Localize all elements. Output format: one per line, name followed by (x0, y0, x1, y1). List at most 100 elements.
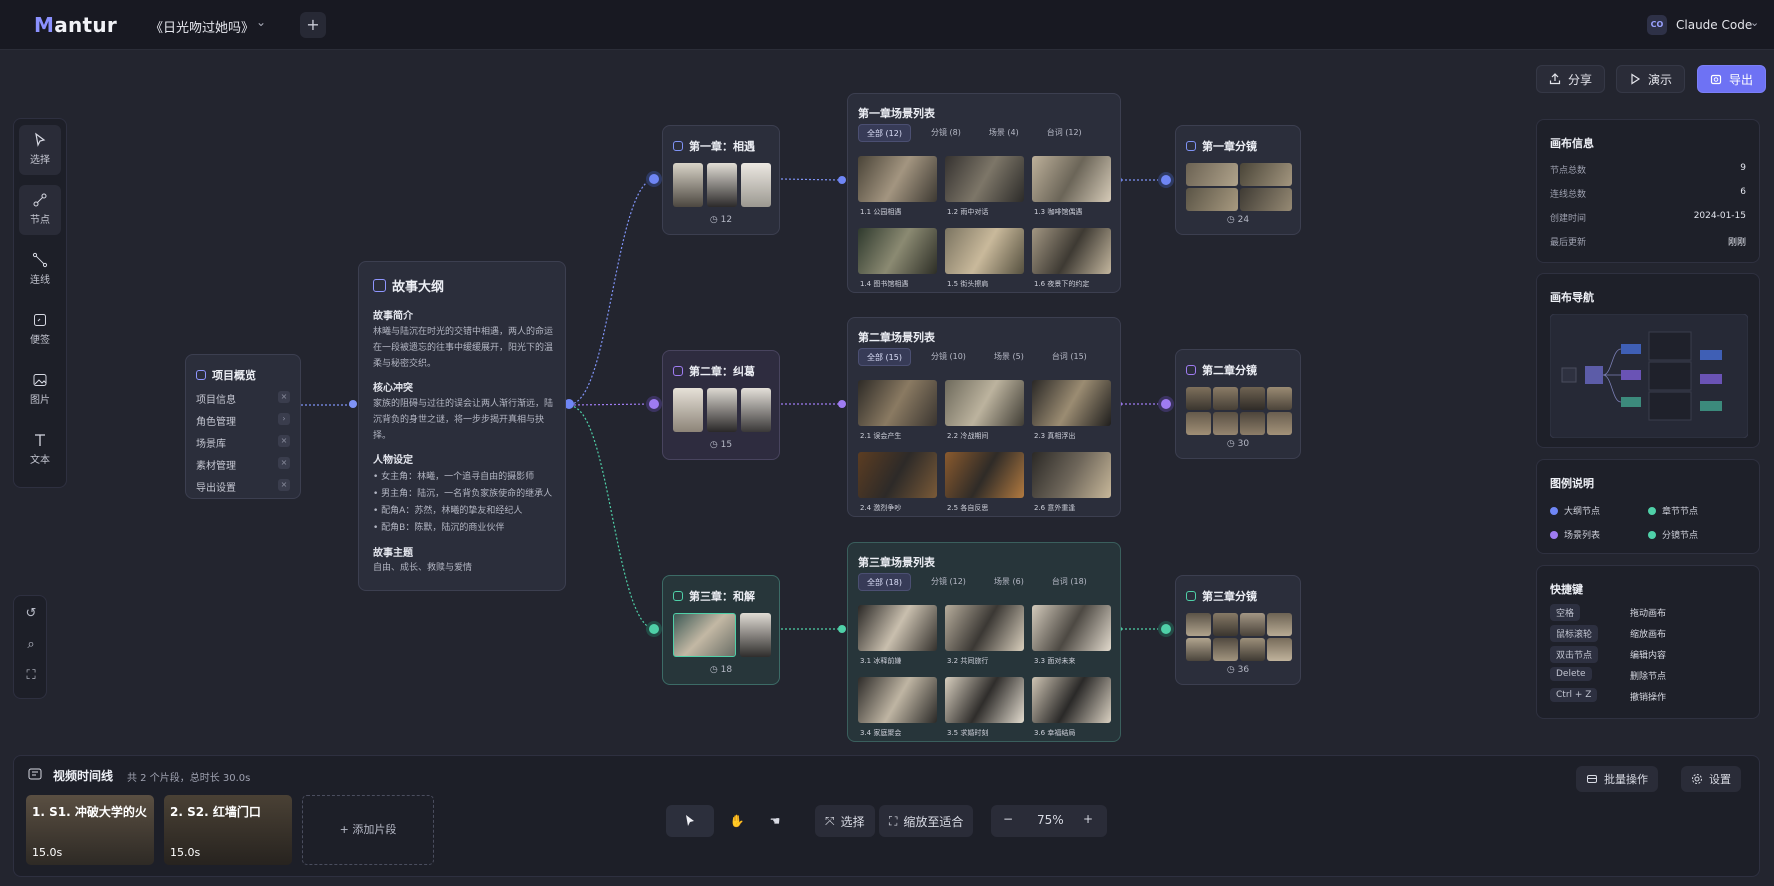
gear-icon (1692, 774, 1702, 784)
overview-item[interactable]: 角色管理 › (196, 413, 290, 429)
port-dot[interactable] (838, 400, 846, 408)
port-dot[interactable] (649, 174, 659, 184)
chapter-thumbnails (673, 388, 771, 432)
close-icon[interactable]: × (278, 479, 290, 491)
shot-thumbnail[interactable]: 1.3 咖啡馆偶遇 (1032, 156, 1111, 216)
tab-lines[interactable]: 台词 (12) (1039, 124, 1090, 142)
chapter-node[interactable]: 第二章：纠葛 ◷ 15 (662, 350, 780, 460)
shot-thumbnail[interactable]: 1.5 街头擦肩 (945, 228, 1024, 288)
fit-icon: ⛶ (889, 813, 898, 828)
overview-item[interactable]: 项目信息 × (196, 391, 290, 407)
settings-button[interactable]: 设置 (1681, 766, 1741, 792)
fit-to-screen-button[interactable]: ⛶ 缩放至适合 (879, 805, 974, 837)
chapter-node[interactable]: 第三章：和解 ◷ 18 (662, 575, 780, 685)
overview-item[interactable]: 导出设置 × (196, 479, 290, 495)
port-dot[interactable] (649, 399, 659, 409)
shot-thumbnail[interactable]: 2.3 真相浮出 (1032, 380, 1111, 440)
storyboard-node[interactable]: 第一章分镜 ◷ 24 (1175, 125, 1301, 235)
shot-thumbnail[interactable]: 2.2 冷战期间 (945, 380, 1024, 440)
port-dot[interactable] (838, 625, 846, 633)
shot-thumbnail[interactable]: 1.6 夜景下的约定 (1032, 228, 1111, 288)
shot-thumbnail[interactable]: 2.5 各自反思 (945, 452, 1024, 512)
batch-operation-button[interactable]: 批量操作 (1576, 766, 1658, 792)
character-thumbnail (740, 613, 771, 657)
tab-scenes[interactable]: 场景 (5) (986, 348, 1032, 366)
shot-thumbnail[interactable]: 1.4 图书馆相遇 (858, 228, 937, 288)
hand-tool-button[interactable]: ✋ (722, 805, 752, 837)
connector-outline-ch3 (569, 405, 656, 630)
select-icon: ⤧ (825, 813, 835, 828)
close-icon[interactable]: × (278, 391, 290, 403)
scene-list-node[interactable]: 第三章场景列表 全部 (18) 分镜 (12) 场景 (6) 台词 (18) 3… (847, 542, 1121, 742)
timeline-clip[interactable]: 2. S2. 红墙门口 15.0s (164, 795, 292, 865)
scene-list-node[interactable]: 第二章场景列表 全部 (15) 分镜 (10) 场景 (5) 台词 (15) 2… (847, 317, 1121, 517)
add-clip-button[interactable]: + 添加片段 (302, 795, 434, 865)
chapter-thumbnails (673, 613, 771, 657)
info-row: 最后更新 刚刚 (1550, 238, 1746, 248)
shortcuts-panel: 快捷键 空格 拖动画布 鼠标滚轮 缩放画布 双击节点 编辑内容 Delete 删除节点 … (1536, 565, 1760, 719)
shot-thumbnail[interactable]: 1.2 雨中对话 (945, 156, 1024, 216)
close-icon[interactable]: × (278, 435, 290, 447)
close-icon[interactable]: × (278, 457, 290, 469)
scene-tabs: 全部 (15) 分镜 (10) 场景 (5) 台词 (15) (858, 348, 1095, 366)
port-dot[interactable] (349, 400, 357, 408)
shot-thumbnail[interactable]: 2.1 误会产生 (858, 380, 937, 440)
shot-thumbnail[interactable]: 3.2 共同旅行 (945, 605, 1024, 665)
shot-thumbnail[interactable]: 3.6 幸福结局 (1032, 677, 1111, 737)
shot-count: ◷ 12 (709, 215, 733, 225)
port-dot[interactable] (1161, 399, 1171, 409)
storyboard-node[interactable]: 第二章分镜 ◷ 30 (1175, 349, 1301, 459)
shot-thumbnail[interactable]: 3.4 家庭聚会 (858, 677, 937, 737)
timeline-clip[interactable]: 1. S1. 冲破大学的火 15.0s (26, 795, 154, 865)
tab-lines[interactable]: 台词 (15) (1044, 348, 1095, 366)
scene-list-title: 第二章场景列表 (858, 331, 935, 344)
info-row: 节点总数 9 (1550, 163, 1746, 176)
port-dot[interactable] (649, 624, 659, 634)
shot-thumbnail[interactable]: 3.1 冰释前嫌 (858, 605, 937, 665)
chapter-icon (673, 366, 683, 376)
select-tool-button[interactable]: ⤧ 选择 (815, 805, 875, 837)
tab-all[interactable]: 全部 (12) (858, 124, 911, 142)
pointer-tool-button[interactable] (666, 805, 714, 837)
shot-thumbnail[interactable]: 1.1 公园相遇 (858, 156, 937, 216)
zoom-in-button[interactable]: + (1083, 812, 1093, 826)
shot-thumbnail[interactable]: 3.3 面对未来 (1032, 605, 1111, 665)
scene-list-node[interactable]: 第一章场景列表 全部 (12) 分镜 (8) 场景 (4) 台词 (12) 1.… (847, 93, 1121, 293)
tab-all[interactable]: 全部 (15) (858, 348, 911, 366)
overview-item[interactable]: 场景库 × (196, 435, 290, 451)
hand-icon: ✋ (729, 814, 745, 828)
character-thumbnail (673, 388, 703, 432)
tab-all[interactable]: 全部 (18) (858, 573, 911, 591)
overview-node[interactable]: 项目概览 项目信息 × 角色管理 › 场景库 × 素材管理 × 导出设置 × (185, 354, 301, 499)
legend-item: 分镜节点 (1648, 528, 1698, 541)
port-dot[interactable] (838, 176, 846, 184)
panel-title: 图例说明 (1550, 477, 1594, 490)
port-dot[interactable] (1161, 175, 1171, 185)
zoom-out-button[interactable]: − (1003, 812, 1013, 826)
tab-shots[interactable]: 分镜 (8) (923, 124, 969, 142)
storyboard-icon (1186, 141, 1196, 151)
chevron-right-icon[interactable]: › (278, 413, 290, 425)
tab-scenes[interactable]: 场景 (6) (986, 573, 1032, 591)
canvas-info-panel: 画布信息 节点总数 9 连线总数 6 创建时间 2024-01-15 最后更新 刚刚 (1536, 119, 1760, 263)
storyboard-node[interactable]: 第三章分镜 ◷ 36 (1175, 575, 1301, 685)
shot-thumbnail[interactable]: 2.4 激烈争吵 (858, 452, 937, 512)
shot-thumbnail[interactable]: 3.5 求婚时刻 (945, 677, 1024, 737)
outline-node[interactable]: 故事大纲 故事简介 林曦与陆沉在时光的交错中相遇，两人的命运在一段被遗忘的往事中… (358, 261, 566, 591)
synopsis-text: 林曦与陆沉在时光的交错中相遇，两人的命运在一段被遗忘的往事中缓缓展开，阳光下的温… (373, 327, 554, 369)
character-item: • 配角B：陈默，陆沉的商业伙伴 (373, 523, 505, 533)
tab-shots[interactable]: 分镜 (12) (923, 573, 974, 591)
port-dot[interactable] (1161, 624, 1171, 634)
tab-shots[interactable]: 分镜 (10) (923, 348, 974, 366)
theme-heading: 故事主题 (373, 548, 413, 559)
outline-icon (373, 279, 386, 292)
overview-item[interactable]: 素材管理 × (196, 457, 290, 473)
grab-tool-button[interactable]: ☚ (760, 805, 790, 837)
zoom-control: − 75% + (991, 805, 1107, 837)
tab-scenes[interactable]: 场景 (4) (981, 124, 1027, 142)
tab-lines[interactable]: 台词 (18) (1044, 573, 1095, 591)
shot-thumbnail[interactable]: 2.6 意外重逢 (1032, 452, 1111, 512)
character-item: • 男主角：陆沉，一名背负家族使命的继承人 (373, 489, 553, 499)
minimap[interactable] (1550, 314, 1748, 438)
chapter-node[interactable]: 第一章：相遇 ◷ 12 (662, 125, 780, 235)
